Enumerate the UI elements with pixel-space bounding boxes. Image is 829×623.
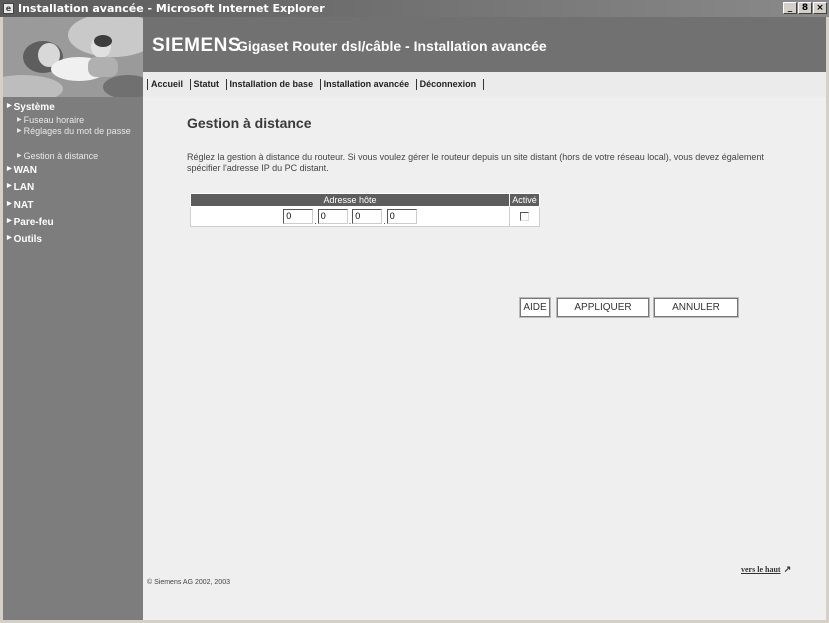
window-title: Installation avancée - Microsoft Interne… xyxy=(18,2,325,15)
window-titlebar[interactable]: e Installation avancée - Microsoft Inter… xyxy=(0,0,829,17)
ip-address-cell: ... xyxy=(190,206,510,227)
nav-deconnexion[interactable]: Déconnexion xyxy=(420,79,477,89)
brand-logo: SIEMENS xyxy=(152,35,242,56)
nav-separator xyxy=(482,79,484,91)
sidebar-item-wan[interactable]: ▶ WAN xyxy=(7,165,37,176)
cancel-button[interactable]: ANNULER xyxy=(653,297,739,318)
ip-octet-2-input[interactable] xyxy=(317,208,348,224)
nav-installation-avancee[interactable]: Installation avancée xyxy=(324,79,410,89)
main-content: Gestion à distance Réglez la gestion à d… xyxy=(143,97,826,620)
back-to-top-label: vers le haut xyxy=(741,565,781,574)
sidebar-item-outils[interactable]: ▶ Outils xyxy=(7,234,42,245)
enabled-cell xyxy=(509,206,540,227)
help-button[interactable]: AIDE xyxy=(519,297,551,318)
back-to-top-link[interactable]: vers le haut ↗ xyxy=(741,564,791,575)
triangle-right-icon: ▶ xyxy=(7,183,12,189)
arrow-up-icon: ↗ xyxy=(783,564,792,574)
product-title: Gigaset Router dsl/câble - Installation … xyxy=(237,38,547,54)
ip-octet-4-input[interactable] xyxy=(386,208,417,224)
sidebar-item-fuseau-horaire[interactable]: ▶ Fuseau horaire xyxy=(9,115,149,125)
browser-content: SIEMENS Gigaset Router dsl/câble - Insta… xyxy=(3,17,826,620)
apply-button[interactable]: APPLIQUER xyxy=(556,297,650,318)
sidebar-item-label: LAN xyxy=(13,182,35,193)
ip-dot: . xyxy=(348,215,352,226)
sidebar-item-label: Réglages du mot de passe xyxy=(23,126,131,136)
top-navigation: Accueil Statut Installation de base Inst… xyxy=(143,72,826,97)
ip-dot: . xyxy=(383,215,386,226)
sidebar-item-mot-de-passe[interactable]: ▶ Réglages du mot de passe xyxy=(9,126,141,136)
nav-accueil[interactable]: Accueil xyxy=(151,79,183,89)
restore-button[interactable]: 8 xyxy=(798,2,812,14)
sidebar-item-label: Outils xyxy=(13,234,42,245)
nav-separator xyxy=(225,79,227,91)
family-photo-icon xyxy=(3,17,143,97)
ie-icon: e xyxy=(3,3,14,14)
sidebar-item-label: Système xyxy=(13,102,55,113)
triangle-right-icon: ▶ xyxy=(7,235,12,241)
remote-host-table: Adresse hôte Activé ... xyxy=(190,193,540,227)
enabled-checkbox[interactable] xyxy=(520,211,529,221)
column-header-enabled: Activé xyxy=(509,193,540,207)
sidebar-item-label: Gestion à distance xyxy=(23,151,99,161)
nav-statut[interactable]: Statut xyxy=(194,79,220,89)
sidebar-item-gestion-a-distance[interactable]: ▶ Gestion à distance xyxy=(9,151,149,161)
triangle-right-icon: ▶ xyxy=(7,201,12,207)
column-header-address: Adresse hôte xyxy=(190,193,510,207)
ip-octet-1-input[interactable] xyxy=(283,208,314,224)
minimize-button[interactable]: _ xyxy=(783,2,797,14)
triangle-right-icon: ▶ xyxy=(7,218,12,224)
brand-bar: SIEMENS Gigaset Router dsl/câble - Insta… xyxy=(143,17,826,72)
ip-octet-3-input[interactable] xyxy=(352,208,383,224)
nav-separator xyxy=(147,79,148,91)
sidebar-item-systeme[interactable]: ▶ Système xyxy=(7,102,55,113)
nav-separator xyxy=(415,79,417,91)
triangle-right-icon: ▶ xyxy=(17,117,22,123)
ip-dot: . xyxy=(314,215,317,226)
sidebar-item-nat[interactable]: ▶ NAT xyxy=(7,200,33,211)
page-description: Réglez la gestion à distance du routeur.… xyxy=(187,152,764,173)
page-title: Gestion à distance xyxy=(187,115,312,131)
sidebar-item-label: Pare-feu xyxy=(13,217,54,228)
sidebar-item-lan[interactable]: ▶ LAN xyxy=(7,182,34,193)
sidebar-item-label: Fuseau horaire xyxy=(23,115,85,125)
window-controls: _ 8 × xyxy=(783,2,827,14)
nav-separator xyxy=(189,79,191,91)
copyright: © Siemens AG 2002, 2003 xyxy=(147,579,230,586)
sidebar-item-pare-feu[interactable]: ▶ Pare-feu xyxy=(7,217,54,228)
triangle-right-icon: ▶ xyxy=(7,166,12,172)
page-header: SIEMENS Gigaset Router dsl/câble - Insta… xyxy=(3,17,826,97)
sidebar-item-label: WAN xyxy=(13,165,37,176)
sidebar-item-label: NAT xyxy=(13,200,34,211)
nav-separator xyxy=(319,79,321,91)
sidebar: ▶ Système ▶ Fuseau horaire ▶ Réglages du mo… xyxy=(3,97,143,620)
triangle-right-icon: ▶ xyxy=(17,153,22,159)
header-photo xyxy=(3,17,143,97)
nav-installation-de-base[interactable]: Installation de base xyxy=(230,79,314,89)
close-button[interactable]: × xyxy=(813,2,827,14)
triangle-right-icon: ▶ xyxy=(17,128,22,134)
triangle-right-icon: ▶ xyxy=(7,103,12,109)
